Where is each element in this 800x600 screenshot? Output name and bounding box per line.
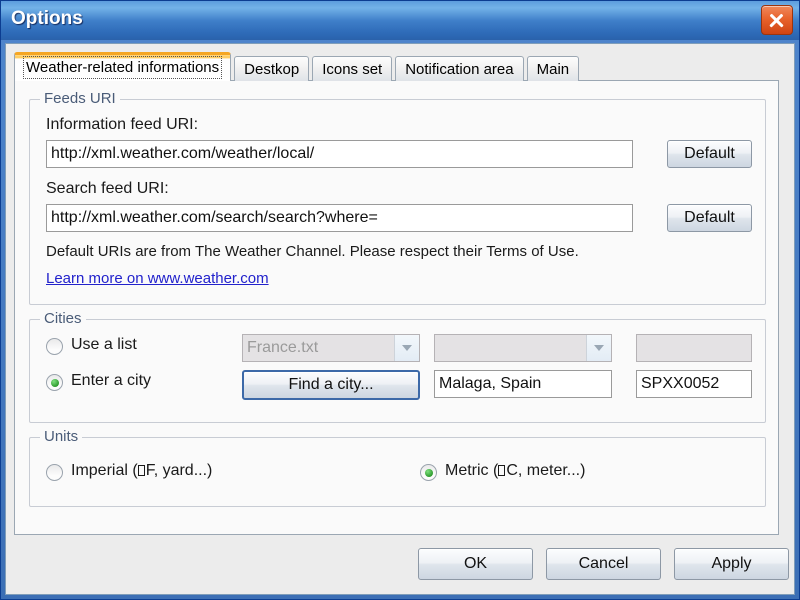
group-units-title: Units [40,428,83,445]
radio-metric-label-pre: Metric ( [445,462,499,479]
titlebar[interactable]: Options [1,1,799,40]
group-units: Units Imperial ( F, yard...) Metric ( C, m… [29,428,766,507]
ok-button[interactable]: OK [418,548,533,580]
cancel-button[interactable]: Cancel [546,548,661,580]
search-feed-default-button[interactable]: Default [667,204,752,232]
dialog-client-area: Weather-related informations Destkop Ico… [5,43,795,595]
radio-enter-a-city-label: Enter a city [71,372,152,389]
information-feed-uri-label: Information feed URI: [46,116,199,133]
tab-icons-set[interactable]: Icons set [312,56,393,81]
terms-of-use-note: Default URIs are from The Weather Channe… [46,243,579,260]
tab-label: Weather-related informations [23,56,223,79]
learn-more-link[interactable]: Learn more on www.weather.com [46,270,269,287]
tab-notification-area[interactable]: Notification area [395,56,524,81]
radio-imperial-label-pre: Imperial ( [71,462,138,479]
tab-strip: Weather-related informations Destkop Ico… [14,52,786,81]
tab-page-weather-related-informations: Feeds URI Information feed URI: Default … [14,80,779,535]
radio-imperial-label-post: F, yard...) [145,462,213,479]
options-dialog-window: Options Weather-related informations Des… [0,0,800,600]
degree-missing-glyph-icon [137,465,145,476]
radio-imperial-label: Imperial ( F, yard...) [71,462,212,480]
radio-use-a-list-label: Use a list [71,336,137,353]
chevron-down-icon[interactable] [394,335,419,361]
search-feed-uri-input[interactable] [46,204,633,232]
information-feed-default-button[interactable]: Default [667,140,752,168]
tab-label: Main [536,61,570,78]
city-name-input[interactable] [434,370,612,398]
city-list-file-value: France.txt [247,339,319,356]
radio-indicator [46,374,63,391]
city-code-input[interactable] [636,370,752,398]
degree-missing-glyph-icon [498,465,506,476]
city-selection-combo[interactable] [434,334,612,362]
tab-label: Destkop [244,61,300,78]
close-icon[interactable] [761,5,793,35]
radio-indicator [420,464,437,481]
group-cities: Cities Use a list France.txt Enter a cit… [29,310,766,423]
radio-metric-label: Metric ( C, meter...) [445,462,585,480]
radio-indicator [46,338,63,355]
group-feeds-uri: Feeds URI Information feed URI: Default … [29,90,766,305]
information-feed-uri-input[interactable] [46,140,633,168]
search-feed-uri-label: Search feed URI: [46,180,169,197]
tab-destkop[interactable]: Destkop [234,56,310,81]
chevron-down-icon[interactable] [586,335,611,361]
tab-weather-related-informations[interactable]: Weather-related informations [14,52,232,81]
tab-main[interactable]: Main [526,56,580,81]
find-a-city-button[interactable]: Find a city... [242,370,420,400]
tab-label: Notification area [405,61,514,78]
window-title: Options [11,8,83,29]
city-code-disabled-field [636,334,752,362]
tab-label: Icons set [322,61,383,78]
radio-indicator [46,464,63,481]
radio-metric-label-post: C, meter...) [506,462,586,479]
city-list-file-combo[interactable]: France.txt [242,334,420,362]
group-cities-title: Cities [40,310,86,327]
apply-button[interactable]: Apply [674,548,789,580]
group-feeds-uri-title: Feeds URI [40,90,120,107]
